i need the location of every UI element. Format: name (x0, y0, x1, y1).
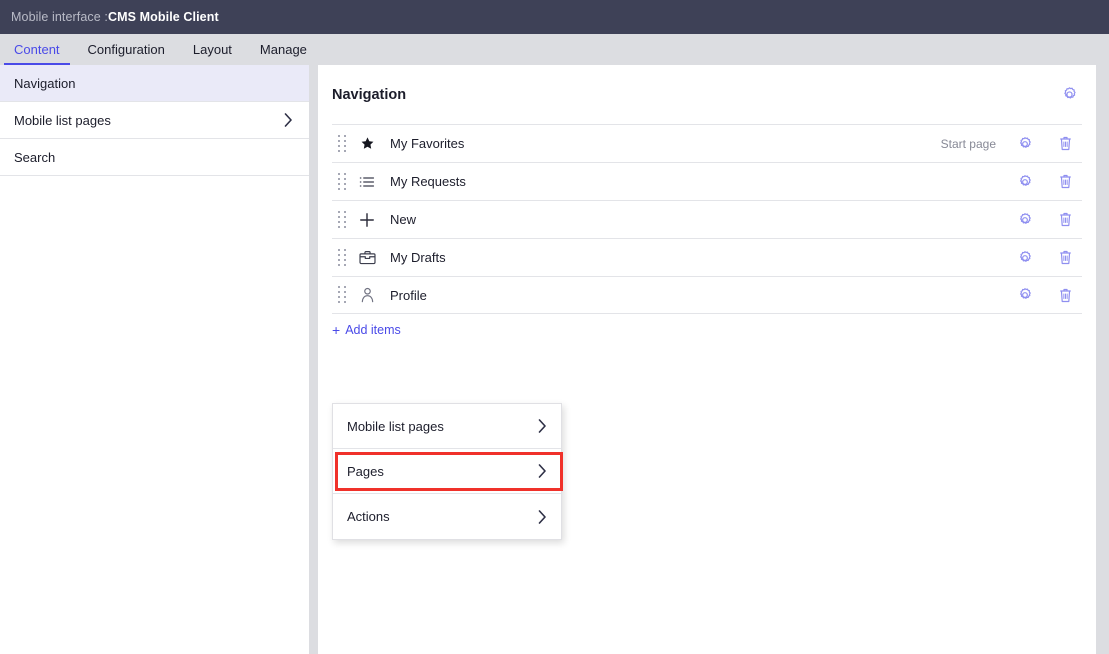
title-name: CMS Mobile Client (107, 10, 219, 24)
menu-item-label: Mobile list pages (347, 418, 444, 434)
row-label: My Requests (390, 174, 466, 189)
table-row[interactable]: My Requests (332, 162, 1082, 200)
row-actions (1012, 245, 1078, 271)
row-label: Profile (390, 287, 427, 303)
plus-icon: + (332, 322, 341, 338)
gear-icon (1017, 287, 1033, 303)
sidebar-item-search[interactable]: Search (0, 139, 309, 176)
star-icon (354, 133, 380, 155)
gear-icon (1017, 136, 1033, 152)
sidebar-item-navigation[interactable]: Navigation (0, 65, 309, 102)
tab-manage[interactable]: Manage (246, 34, 321, 65)
row-settings-button[interactable] (1012, 131, 1038, 157)
chevron-right-icon (284, 113, 293, 127)
sidebar-item-mobile-list-pages-label: Mobile list pages (14, 112, 111, 128)
title-prefix: Mobile interface : (11, 10, 108, 24)
title-bar: Mobile interface :CMS Mobile Client (0, 0, 1109, 34)
gear-icon (1017, 212, 1033, 228)
trash-icon (1058, 135, 1073, 152)
main-panel: Navigation My Favorites Start page My Re… (318, 65, 1096, 654)
page-title: Mobile interface :CMS Mobile Client (11, 10, 219, 24)
sidebar-item-navigation-label: Navigation (14, 75, 76, 91)
menu-item-label: Pages (347, 463, 384, 479)
chevron-right-icon (538, 509, 547, 524)
row-actions (1012, 282, 1078, 308)
app-root: Mobile interface :CMS Mobile Client Cont… (0, 0, 1109, 654)
sidebar-item-search-label: Search (14, 149, 56, 165)
gear-icon (1061, 86, 1078, 103)
add-items-menu: Mobile list pages Pages Actions (332, 403, 563, 540)
row-settings-button[interactable] (1012, 282, 1038, 308)
row-actions (1012, 131, 1078, 157)
table-row[interactable]: My Drafts (332, 238, 1082, 276)
sidebar: Navigation Mobile list pages Search (0, 65, 309, 654)
list-icon (354, 171, 380, 193)
row-settings-button[interactable] (1012, 169, 1038, 195)
panel-header: Navigation (318, 65, 1096, 124)
menu-item-label: Actions (347, 509, 390, 524)
trash-icon (1058, 249, 1073, 266)
chevron-right-icon (538, 419, 547, 433)
drag-handle-icon[interactable] (334, 171, 350, 193)
person-icon (354, 284, 380, 306)
panel-title: Navigation (332, 86, 407, 103)
drag-handle-icon[interactable] (334, 209, 350, 231)
briefcase-icon (354, 247, 380, 269)
table-row[interactable]: My Favorites Start page (332, 124, 1082, 162)
table-row[interactable]: Profile (332, 276, 1082, 314)
plus-icon (354, 209, 380, 231)
menu-item-mobile-list-pages[interactable]: Mobile list pages (333, 404, 561, 449)
menu-item-pages[interactable]: Pages (333, 449, 563, 494)
row-actions (1012, 207, 1078, 233)
row-delete-button[interactable] (1052, 245, 1078, 271)
row-actions (1012, 169, 1078, 195)
add-items-label: Add items (345, 323, 401, 337)
sidebar-item-mobile-list-pages[interactable]: Mobile list pages (0, 102, 309, 139)
tab-layout[interactable]: Layout (179, 34, 246, 65)
table-row[interactable]: New (332, 200, 1082, 238)
gear-icon (1017, 250, 1033, 266)
row-label: New (390, 212, 417, 227)
gear-icon (1017, 174, 1033, 190)
tab-manage-label: Manage (259, 42, 307, 57)
chevron-right-icon (538, 464, 547, 478)
row-settings-button[interactable] (1012, 207, 1038, 233)
add-items-button[interactable]: + Add items (332, 323, 401, 337)
row-label: My Favorites (390, 136, 465, 151)
drag-handle-icon[interactable] (334, 284, 350, 306)
row-delete-button[interactable] (1052, 169, 1078, 195)
tab-bar: Content Configuration Layout Manage (0, 34, 1109, 65)
row-delete-button[interactable] (1052, 131, 1078, 157)
trash-icon (1058, 173, 1073, 190)
drag-handle-icon[interactable] (334, 247, 350, 269)
tab-layout-label: Layout (192, 42, 232, 57)
body-area: Navigation Mobile list pages Search Navi… (0, 65, 1109, 654)
tab-content[interactable]: Content (0, 34, 74, 65)
tab-configuration[interactable]: Configuration (74, 34, 179, 65)
navigation-rows: My Favorites Start page My Requests New … (318, 124, 1096, 314)
row-delete-button[interactable] (1052, 282, 1078, 308)
drag-handle-icon[interactable] (334, 133, 350, 155)
row-settings-button[interactable] (1012, 245, 1038, 271)
tab-content-label: Content (14, 42, 60, 57)
trash-icon (1058, 287, 1073, 304)
tab-configuration-label: Configuration (87, 42, 165, 57)
status-badge: Start page (940, 136, 996, 151)
row-label: My Drafts (390, 250, 446, 265)
trash-icon (1058, 211, 1073, 228)
panel-settings-button[interactable] (1056, 82, 1082, 108)
menu-item-actions[interactable]: Actions (333, 494, 561, 539)
row-delete-button[interactable] (1052, 207, 1078, 233)
